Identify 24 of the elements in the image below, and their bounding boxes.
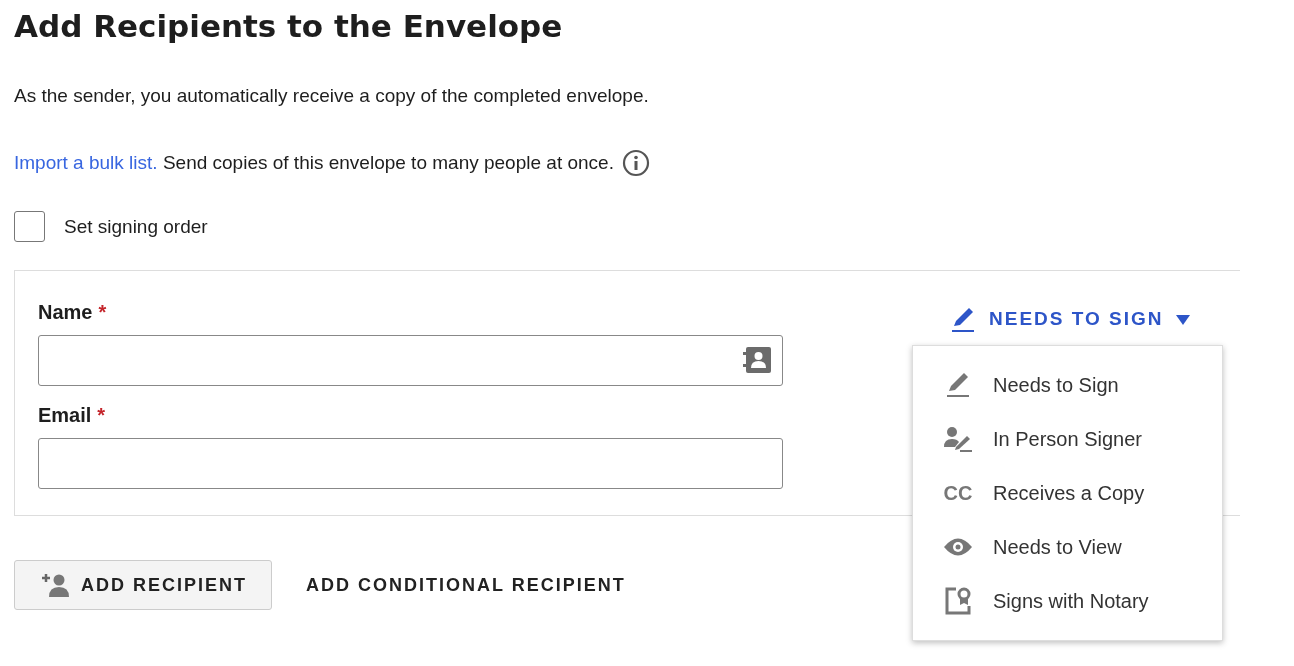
bulk-list-text: Import a bulk list. Send copies of this envelope to many people at once. <box>14 150 614 175</box>
field-label: Email * <box>38 403 106 429</box>
role-dropdown-button[interactable]: NEEDS TO SIGN <box>949 305 1190 334</box>
menu-item[interactable]: Signs with Notary <box>913 574 1222 629</box>
person-pen-icon <box>941 425 975 454</box>
add-conditional-recipient-button[interactable]: ADD CONDITIONAL RECIPIENT <box>306 571 626 599</box>
contact-book-icon[interactable] <box>741 345 773 376</box>
page-title: Add Recipients to the Envelope <box>14 7 564 46</box>
bulk-list-link[interactable]: Import a bulk list. <box>14 151 158 173</box>
add-person-icon <box>39 572 71 599</box>
pen-icon <box>949 305 977 334</box>
name-field[interactable] <box>38 335 783 387</box>
info-icon[interactable] <box>621 149 650 178</box>
menu-item[interactable]: Needs to View <box>913 520 1222 575</box>
add-recipient-button[interactable]: ADD RECIPIENT <box>14 560 272 611</box>
menu-item[interactable]: In Person Signer <box>913 412 1222 467</box>
intro-text: As the sender, you automatically receive a copy of the completed envelope. <box>14 84 650 109</box>
checkbox[interactable] <box>14 211 45 243</box>
field-label: Name * <box>38 300 107 326</box>
email-field[interactable] <box>38 438 783 490</box>
cc-icon: CC <box>941 478 975 509</box>
menu-item[interactable]: CC Receives a Copy <box>913 466 1222 521</box>
checkbox-label: Set signing order <box>64 214 208 239</box>
menu-item[interactable]: Needs to Sign <box>913 358 1222 413</box>
